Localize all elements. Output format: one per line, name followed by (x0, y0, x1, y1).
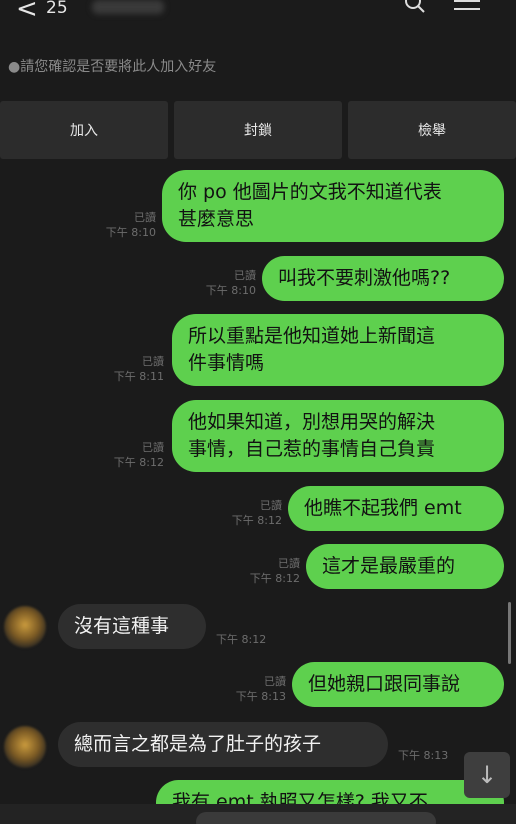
blurred-contact-name (92, 0, 164, 14)
chat-bubble-outgoing[interactable]: 我有 emt 執照又怎樣? 我又不 (156, 780, 504, 804)
contact-avatar[interactable] (4, 606, 46, 648)
message-meta: 下午 8:13 (398, 749, 449, 762)
action-row: 加入 封鎖 檢舉 (0, 101, 516, 159)
chat-area[interactable]: 你 po 他圖片的文我不知道代表 甚麼意思 已讀 下午 8:10 叫我不要刺激他嗎… (0, 170, 516, 804)
message-input[interactable] (196, 812, 436, 824)
chat-bubble-outgoing[interactable]: 他如果知道，別想用哭的解決 事情，自己惹的事情自己負責 (172, 400, 504, 472)
message-meta: 已讀 下午 8:10 (105, 211, 156, 239)
message-meta: 已讀 下午 8:11 (113, 355, 164, 383)
scrollbar-thumb[interactable] (508, 602, 511, 664)
message-meta: 已讀 下午 8:12 (231, 499, 282, 527)
add-friend-button[interactable]: 加入 (0, 101, 168, 159)
chat-bubble-outgoing[interactable]: 這才是最嚴重的 (306, 544, 504, 589)
chat-bubble-outgoing[interactable]: 叫我不要刺激他嗎?? (262, 256, 504, 301)
scroll-down-arrow-icon[interactable]: ↓ (464, 752, 510, 798)
chat-bubble-outgoing[interactable]: 所以重點是他知道她上新聞這 件事情嗎 (172, 314, 504, 386)
menu-icon[interactable] (454, 0, 480, 10)
report-button[interactable]: 檢舉 (348, 101, 516, 159)
back-chevron-icon[interactable]: < (16, 0, 38, 24)
contact-avatar[interactable] (4, 726, 46, 768)
friend-confirm-notice: ●請您確認是否要將此人加入好友 (8, 59, 217, 75)
message-meta: 已讀 下午 8:12 (249, 557, 300, 585)
chat-bubble-incoming[interactable]: 沒有這種事 (58, 604, 206, 649)
message-meta: 下午 8:12 (216, 633, 267, 646)
chat-bubble-outgoing[interactable]: 你 po 他圖片的文我不知道代表 甚麼意思 (162, 170, 504, 242)
message-meta: 已讀 下午 8:10 (205, 269, 256, 297)
unread-count: 25 (46, 0, 68, 18)
chat-bubble-outgoing[interactable]: 但她親口跟同事說 (292, 662, 504, 707)
block-button[interactable]: 封鎖 (174, 101, 342, 159)
message-meta: 已讀 下午 8:12 (113, 441, 164, 469)
message-meta: 已讀 下午 8:13 (235, 675, 286, 703)
search-icon[interactable] (404, 0, 426, 14)
chat-bubble-outgoing[interactable]: 他瞧不起我們 emt (288, 486, 504, 531)
top-bar: < 25 (0, 0, 516, 34)
chat-bubble-incoming[interactable]: 總而言之都是為了肚子的孩子 (58, 722, 388, 767)
